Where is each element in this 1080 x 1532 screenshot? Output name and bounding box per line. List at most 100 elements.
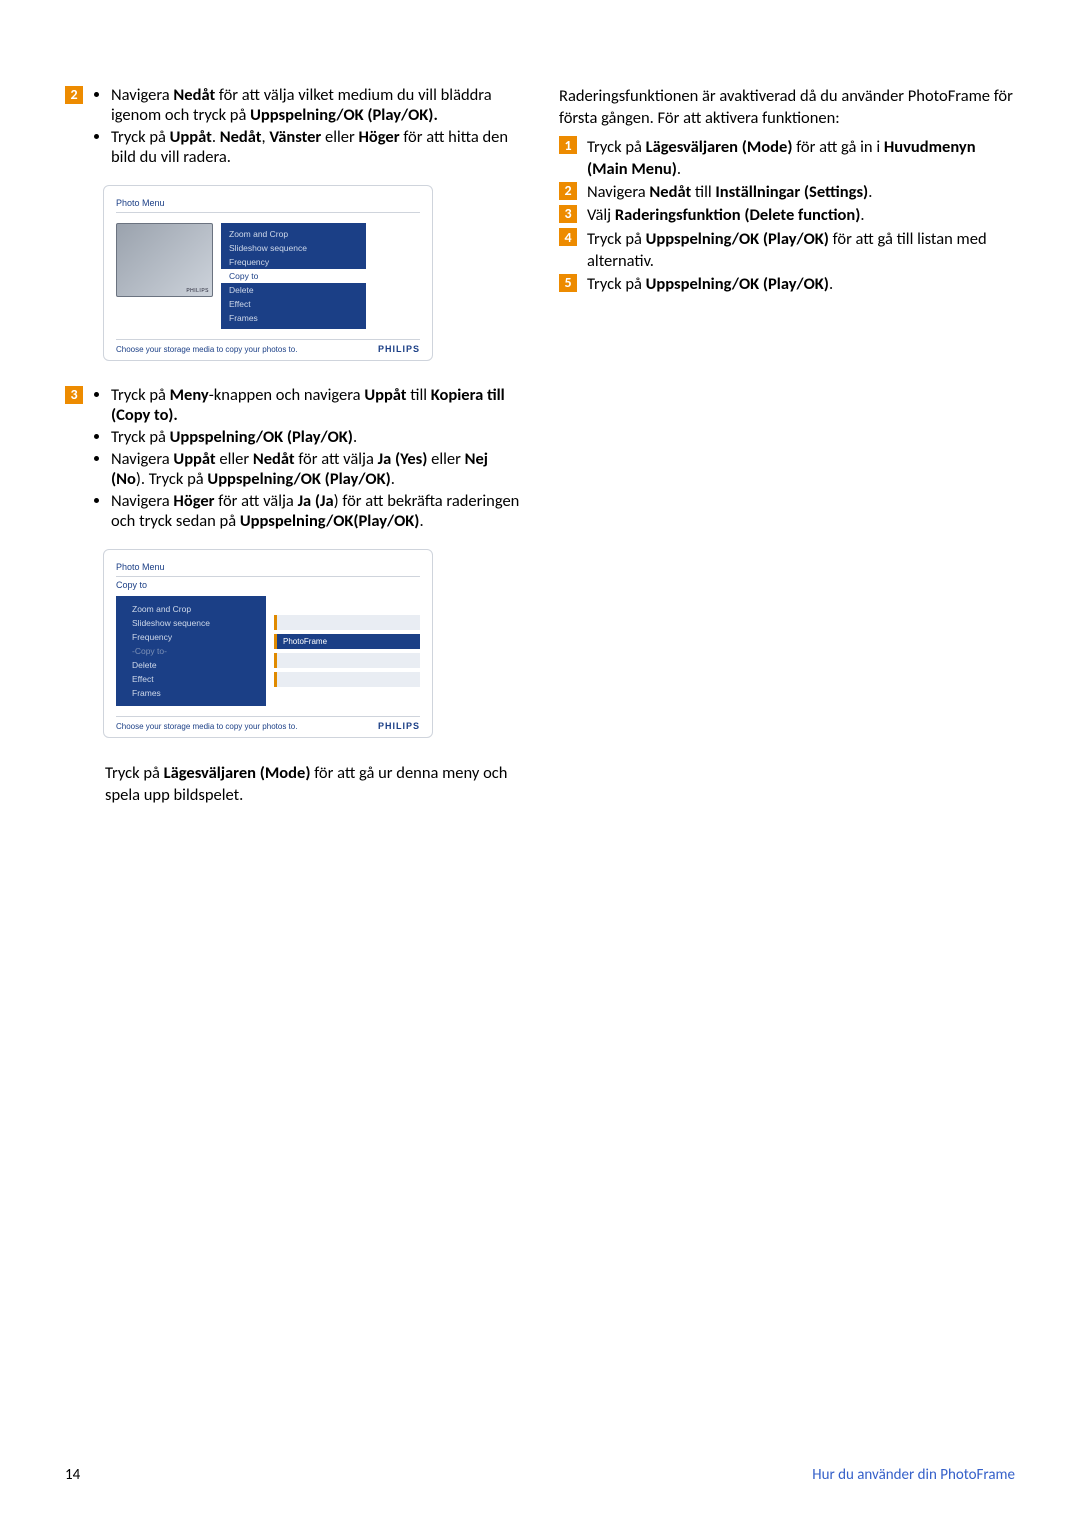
text: Tryck på: [587, 137, 646, 157]
device-screenshot-copy-to: Photo Menu Copy to Zoom and Crop Slidesh…: [103, 549, 433, 738]
text: eller: [427, 449, 464, 469]
bold: Uppåt: [170, 127, 212, 147]
text: Tryck på: [105, 763, 164, 783]
bold: Meny: [170, 385, 209, 405]
photo-menu-list: Zoom and Crop Slideshow sequence Frequen…: [221, 223, 366, 329]
closing-paragraph: Tryck på Lägesväljaren (Mode) för att gå…: [105, 762, 521, 807]
right-column: Raderingsfunktionen är avaktiverad då du…: [559, 85, 1015, 811]
text: för att välja: [215, 491, 298, 511]
bold: Höger: [359, 127, 400, 147]
menu-item: Delete: [116, 658, 266, 672]
bold: Nedåt: [173, 85, 215, 105]
step-badge-4: 4: [559, 228, 577, 246]
text: Navigera: [587, 182, 649, 202]
copy-target-selected: PhotoFrame: [274, 634, 420, 649]
text: för att gå in i: [792, 137, 883, 157]
screenshot-subtitle: Copy to: [116, 577, 420, 590]
screenshot-title: Photo Menu: [116, 196, 420, 213]
step2-bullet1: Navigera Nedåt för att välja vilket medi…: [111, 85, 521, 125]
menu-item: Frequency: [116, 630, 266, 644]
photo-menu-list: Zoom and Crop Slideshow sequence Frequen…: [116, 596, 266, 706]
text: .: [391, 469, 395, 489]
menu-item: Slideshow sequence: [221, 241, 366, 255]
text: .: [212, 127, 220, 147]
text: till: [407, 385, 431, 405]
philips-logo: PHILIPS: [378, 721, 420, 731]
text: .: [868, 182, 872, 202]
text: ). Tryck på: [136, 469, 208, 489]
step-badge-2: 2: [559, 182, 577, 200]
text: Tryck på: [111, 427, 170, 447]
text: Navigera: [111, 85, 173, 105]
empty-slot: [274, 672, 420, 687]
step-badge-3: 3: [65, 386, 83, 404]
footer-section: Hur du använder din PhotoFrame: [812, 1466, 1015, 1484]
step-badge-1: 1: [559, 136, 577, 154]
bold: Uppspelning/OK(Play/OK): [240, 511, 420, 531]
bold: Ja (Yes): [378, 449, 428, 469]
text: .: [860, 205, 864, 225]
device-screenshot-photo-menu: Photo Menu Zoom and Crop Slideshow seque…: [103, 185, 433, 361]
bold: Nedåt: [220, 127, 262, 147]
step3-bullet2: Tryck på Uppspelning/OK (Play/OK).: [111, 427, 521, 447]
copy-target-pane: PhotoFrame: [274, 596, 420, 706]
bold: Nedåt: [649, 182, 691, 202]
right-step-2: 2 Navigera Nedåt till Inställningar (Set…: [559, 181, 1015, 203]
left-column: 2 Navigera Nedåt för att välja vilket me…: [65, 85, 521, 811]
bold: Uppspelning/OK (Play/OK): [207, 469, 390, 489]
menu-item: Slideshow sequence: [116, 616, 266, 630]
bold: Uppspelning/OK (Play/OK).: [250, 105, 438, 125]
step-2: 2 Navigera Nedåt för att välja vilket me…: [65, 85, 521, 169]
photo-thumbnail: [116, 223, 213, 297]
step3-bullet3: Navigera Uppåt eller Nedåt för att välja…: [111, 449, 521, 489]
page-number: 14: [65, 1466, 80, 1484]
bold: Uppspelning/OK (Play/OK): [646, 274, 829, 294]
text: Tryck på: [587, 229, 646, 249]
bold: Uppåt: [173, 449, 215, 469]
bold: Ja (Ja: [298, 491, 334, 511]
text: .: [829, 274, 833, 294]
right-step-1: 1 Tryck på Lägesväljaren (Mode) för att …: [559, 136, 1015, 181]
text: Tryck på: [111, 385, 170, 405]
menu-item-dimmed: -Copy to-: [116, 644, 266, 658]
menu-item: Zoom and Crop: [116, 602, 266, 616]
menu-item: Frames: [116, 686, 266, 700]
text: .: [353, 427, 357, 447]
bold: Inställningar (Settings): [715, 182, 868, 202]
step-badge-5: 5: [559, 274, 577, 292]
page-footer: 14 Hur du använder din PhotoFrame: [0, 1466, 1080, 1484]
bold: Uppspelning/OK (Play/OK): [170, 427, 353, 447]
text: Navigera: [111, 491, 173, 511]
menu-item: Frames: [221, 311, 366, 325]
bold: Nedåt: [253, 449, 298, 469]
screenshot-hint: Choose your storage media to copy your p…: [116, 345, 297, 354]
step-3: 3 Tryck på Meny-knappen och navigera Upp…: [65, 385, 521, 533]
bold: Höger: [173, 491, 214, 511]
step-badge-2: 2: [65, 86, 83, 104]
empty-slot: [274, 653, 420, 668]
bold: Lägesväljaren (Mode): [646, 137, 793, 157]
menu-item: Zoom and Crop: [221, 227, 366, 241]
text: .: [419, 511, 423, 531]
text: Navigera: [111, 449, 173, 469]
screenshot-title: Photo Menu: [116, 560, 420, 577]
philips-logo: PHILIPS: [378, 344, 420, 354]
menu-item: Frequency: [221, 255, 366, 269]
right-step-5: 5 Tryck på Uppspelning/OK (Play/OK).: [559, 273, 1015, 295]
menu-item: Effect: [221, 297, 366, 311]
text: Tryck på: [587, 274, 646, 294]
bold: Vänster: [269, 127, 321, 147]
menu-item: Effect: [116, 672, 266, 686]
text: Tryck på: [111, 127, 170, 147]
text: till: [691, 182, 715, 202]
empty-slot: [274, 615, 420, 630]
bold: Uppspelning/OK (Play/OK): [646, 229, 829, 249]
text: .: [677, 159, 681, 179]
right-intro: Raderingsfunktionen är avaktiverad då du…: [559, 85, 1015, 130]
menu-item-selected: Copy to: [221, 269, 366, 283]
right-step-3: 3 Välj Raderingsfunktion (Delete functio…: [559, 204, 1015, 226]
right-step-4: 4 Tryck på Uppspelning/OK (Play/OK) för …: [559, 228, 1015, 273]
step3-bullet4: Navigera Höger för att välja Ja (Ja) för…: [111, 491, 521, 531]
step-badge-3: 3: [559, 205, 577, 223]
text: eller: [216, 449, 253, 469]
